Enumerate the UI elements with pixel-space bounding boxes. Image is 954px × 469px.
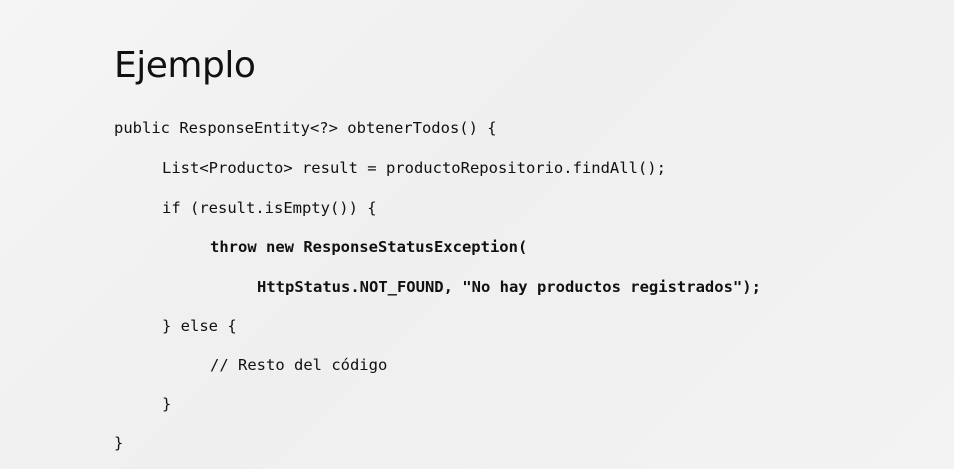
slide-title: Ejemplo (114, 45, 256, 86)
code-line-if-empty: if (result.isEmpty()) { (162, 199, 377, 217)
code-line-else: } else { (162, 317, 237, 335)
code-line-throw: throw new ResponseStatusException( (210, 238, 528, 256)
code-line-method-signature: public ResponseEntity<?> obtenerTodos() … (114, 119, 497, 137)
code-line-close-method: } (114, 434, 124, 452)
code-line-comment: // Resto del código (210, 356, 388, 374)
code-line-find-all: List<Producto> result = productoReposito… (162, 159, 666, 177)
code-line-close-if: } (162, 395, 172, 413)
slide: Ejemplo public ResponseEntity<?> obtener… (0, 0, 954, 469)
code-line-http-status: HttpStatus.NOT_FOUND, "No hay productos … (257, 278, 761, 296)
